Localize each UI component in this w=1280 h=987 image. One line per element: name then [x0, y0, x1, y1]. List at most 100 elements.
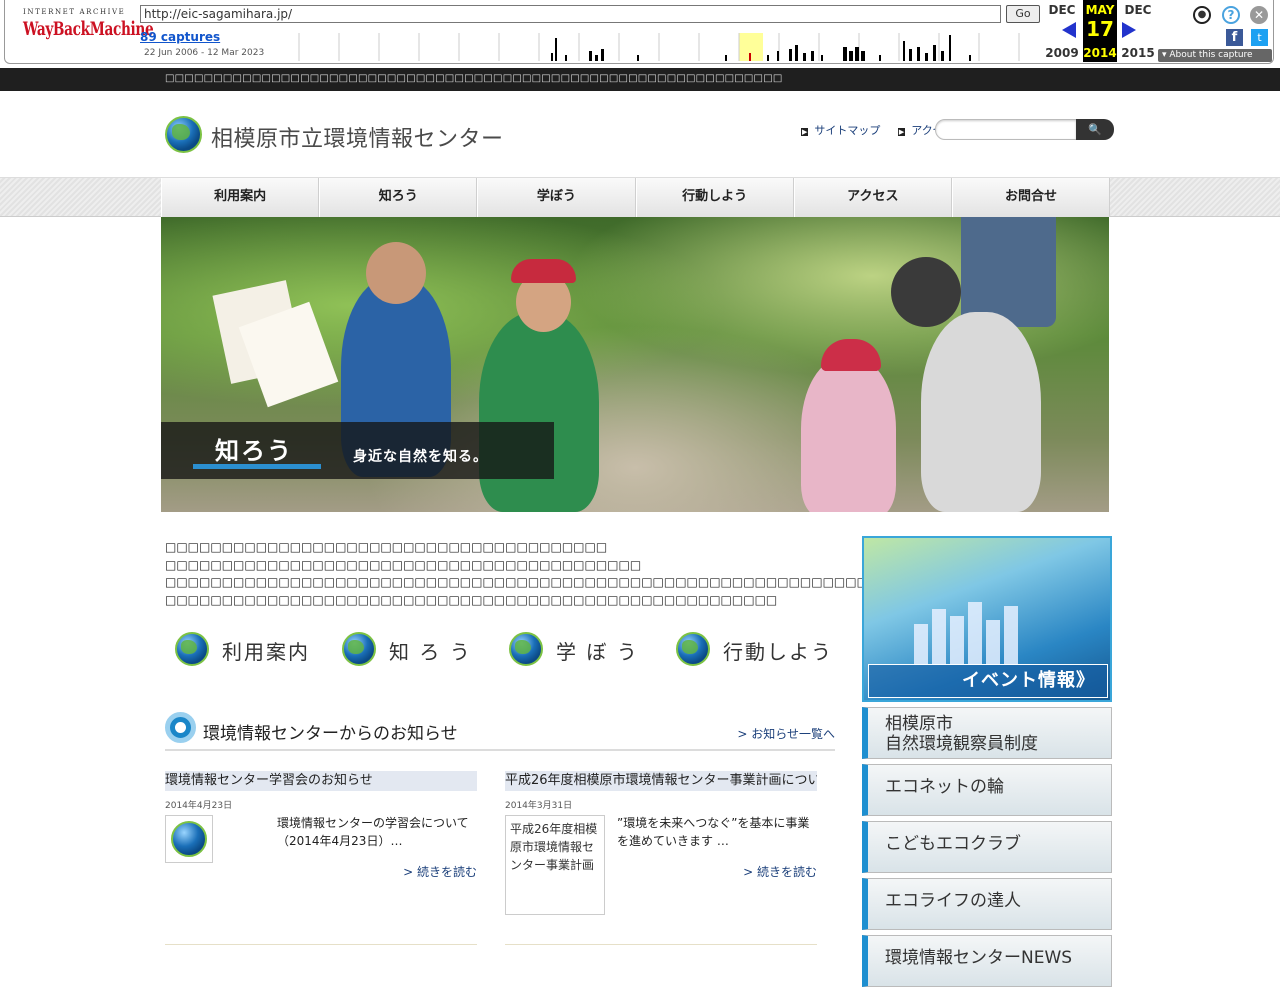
wayback-go-button[interactable]: Go — [1006, 5, 1040, 23]
news-title[interactable]: 環境情報センター学習会のお知らせ — [165, 771, 477, 791]
news-more-link[interactable]: > 続きを読む — [403, 863, 477, 880]
sidebar-item-kids-eco-club[interactable]: こどもエコクラブ — [862, 821, 1112, 873]
wayback-cur-year: 2014 — [1083, 46, 1117, 60]
globe-icon — [676, 632, 710, 666]
globe-logo-icon[interactable] — [165, 116, 202, 153]
wayback-cur-month: MAY — [1085, 3, 1115, 17]
banner-building — [968, 602, 982, 664]
globe-icon — [342, 632, 376, 666]
globe-icon — [171, 821, 207, 857]
wayback-current-capture: MAY 17 2014 — [1083, 0, 1117, 62]
banner-building — [986, 620, 1000, 664]
banner-building — [914, 624, 928, 664]
event-info-label: イベント情報》 — [868, 664, 1108, 698]
wayback-prev-year: 2009 — [1045, 46, 1079, 60]
news-excerpt: 環境情報センターの学習会について（2014年4月23日）… — [277, 816, 469, 848]
sidebar-item-econet[interactable]: エコネットの輪 — [862, 764, 1112, 816]
wayback-next-year: 2015 — [1121, 46, 1155, 60]
main-nav-bar: 利用案内 知ろう 学ぼう 行動しよう アクセス お問合せ — [0, 177, 1280, 217]
wayback-sparkline[interactable] — [289, 33, 1044, 61]
news-item: 平成26年度相模原市環境情報センター事業計画について 2014年3月31日 平成… — [505, 771, 817, 921]
site-header: 相模原市立環境情報センター サイトマップ アクセス 🔍 — [0, 91, 1280, 177]
topbar-text: □□□□□□□□□□□□□□□□□□□□□□□□□□□□□□□□□□□□□□□□… — [165, 73, 783, 84]
news-excerpt: ”環境を未来へつなぐ”を基本に事業を進めていきます … — [617, 816, 810, 848]
site-topbar: □□□□□□□□□□□□□□□□□□□□□□□□□□□□□□□□□□□□□□□□… — [0, 68, 1280, 91]
news-thumbnail[interactable]: 平成26年度相模原市環境情報センター事業計画 — [505, 815, 605, 915]
help-icon[interactable]: ? — [1222, 6, 1240, 24]
banner-building — [1004, 606, 1018, 664]
wayback-about-capture[interactable]: ▾ About this capture — [1158, 49, 1272, 62]
hero-photo-figure — [801, 357, 896, 512]
hero-subtitle: 身近な自然を知る。 — [353, 449, 488, 465]
news-more-link[interactable]: > 続きを読む — [743, 863, 817, 880]
hero-banner[interactable]: 知ろう 身近な自然を知る。 — [161, 217, 1109, 512]
wayback-toolbar-frame: INTERNET ARCHIVE WayBackMachine http://e… — [4, 0, 1274, 64]
hero-title: 知ろう — [215, 437, 293, 465]
main-nav: 利用案内 知ろう 学ぼう 行動しよう アクセス お問合せ — [161, 178, 1111, 217]
section-title: 環境情報センターからのお知らせ — [203, 724, 458, 744]
news-list-link[interactable]: > お知らせ一覧へ — [737, 725, 835, 742]
wayback-logo-main: WayBackMachine — [23, 18, 154, 40]
hero-photo-figure — [891, 257, 961, 327]
search-icon: 🔍 — [1088, 123, 1102, 136]
sidebar-item-label: こどもエコクラブ — [885, 834, 1021, 854]
header-link-sitemap[interactable]: サイトマップ — [801, 124, 880, 137]
news-date: 2014年3月31日 — [505, 801, 573, 811]
close-icon[interactable]: ✕ — [1250, 6, 1268, 24]
category-label: 知 ろ う — [389, 640, 472, 664]
wayback-next-month: DEC — [1124, 3, 1152, 17]
hero-photo-figure — [921, 312, 1041, 512]
twitter-icon[interactable]: t — [1251, 29, 1268, 46]
sidebar-item-label: エコライフの達人 — [885, 891, 1021, 911]
wayback-logo[interactable]: INTERNET ARCHIVE WayBackMachine — [23, 8, 154, 52]
sidebar-item-nature-observer[interactable]: 相模原市 自然環境観察員制度 — [862, 707, 1112, 759]
wayback-url-input[interactable]: http://eic-sagamihara.jp/ — [140, 5, 1001, 23]
banner-building — [932, 609, 946, 664]
search-input[interactable] — [935, 119, 1077, 140]
wayback-prev-month: DEC — [1048, 3, 1076, 17]
event-info-banner[interactable]: イベント情報》 — [862, 536, 1112, 702]
intro-text: □□□□□□□□□□□□□□□□□□□□□□□□□□□□□□□□□□□□□□□ … — [165, 540, 902, 607]
nav-item-access[interactable]: アクセス — [793, 178, 952, 217]
hero-photo-figure — [961, 217, 1056, 327]
category-label: 学 ぼ う — [556, 640, 639, 664]
sidebar-item-news[interactable]: 環境情報センターNEWS — [862, 935, 1112, 987]
section-ring-icon — [165, 712, 196, 743]
nav-item-guide[interactable]: 利用案内 — [161, 178, 320, 217]
globe-icon — [175, 632, 209, 666]
sidebar-item-ecolife-master[interactable]: エコライフの達人 — [862, 878, 1112, 930]
wayback-next-arrow-icon[interactable] — [1122, 22, 1136, 38]
sidebar-item-label: 相模原市 自然環境観察員制度 — [885, 714, 1038, 754]
news-thumbnail-alt: 平成26年度相模原市環境情報センター事業計画 — [510, 822, 598, 872]
news-thumbnail[interactable] — [165, 815, 213, 863]
nav-item-learn[interactable]: 学ぼう — [477, 178, 636, 217]
hero-photo-cap — [821, 339, 881, 371]
nav-item-know[interactable]: 知ろう — [319, 178, 478, 217]
nav-item-contact[interactable]: お問合せ — [951, 178, 1111, 217]
globe-icon — [509, 632, 543, 666]
wayback-about-label: About this capture — [1169, 50, 1253, 60]
search-button[interactable]: 🔍 — [1076, 119, 1114, 140]
news-item: 環境情報センター学習会のお知らせ 2014年4月23日 環境情報センターの学習会… — [165, 771, 477, 921]
wayback-toolbar: INTERNET ARCHIVE WayBackMachine http://e… — [0, 0, 1280, 68]
site-title[interactable]: 相模原市立環境情報センター — [211, 121, 504, 153]
divider — [505, 944, 817, 945]
category-label: 利用案内 — [222, 640, 310, 664]
hero-photo-figure — [479, 312, 599, 512]
news-title[interactable]: 平成26年度相模原市環境情報センター事業計画について — [505, 771, 817, 791]
wayback-prev-capture[interactable]: DEC 2009 — [1045, 0, 1079, 62]
wayback-capture-range: 22 Jun 2006 - 12 Mar 2023 — [144, 48, 265, 58]
wayback-cur-day: 17 — [1086, 17, 1114, 41]
news-section-header: 環境情報センターからのお知らせ > お知らせ一覧へ — [165, 711, 835, 751]
sidebar-item-label: 環境情報センターNEWS — [885, 948, 1073, 968]
nav-item-act[interactable]: 行動しよう — [635, 178, 794, 217]
hero-caption: 知ろう 身近な自然を知る。 — [161, 422, 554, 479]
facebook-icon[interactable]: f — [1226, 29, 1243, 46]
user-icon[interactable]: ● — [1193, 6, 1211, 24]
hero-photo-figure — [366, 242, 426, 304]
hero-photo-cap — [511, 259, 576, 283]
wayback-captures-link[interactable]: 89 captures — [140, 30, 220, 44]
sidebar-item-label: エコネットの輪 — [885, 777, 1004, 797]
news-date: 2014年4月23日 — [165, 801, 233, 811]
hero-underline — [193, 464, 321, 469]
